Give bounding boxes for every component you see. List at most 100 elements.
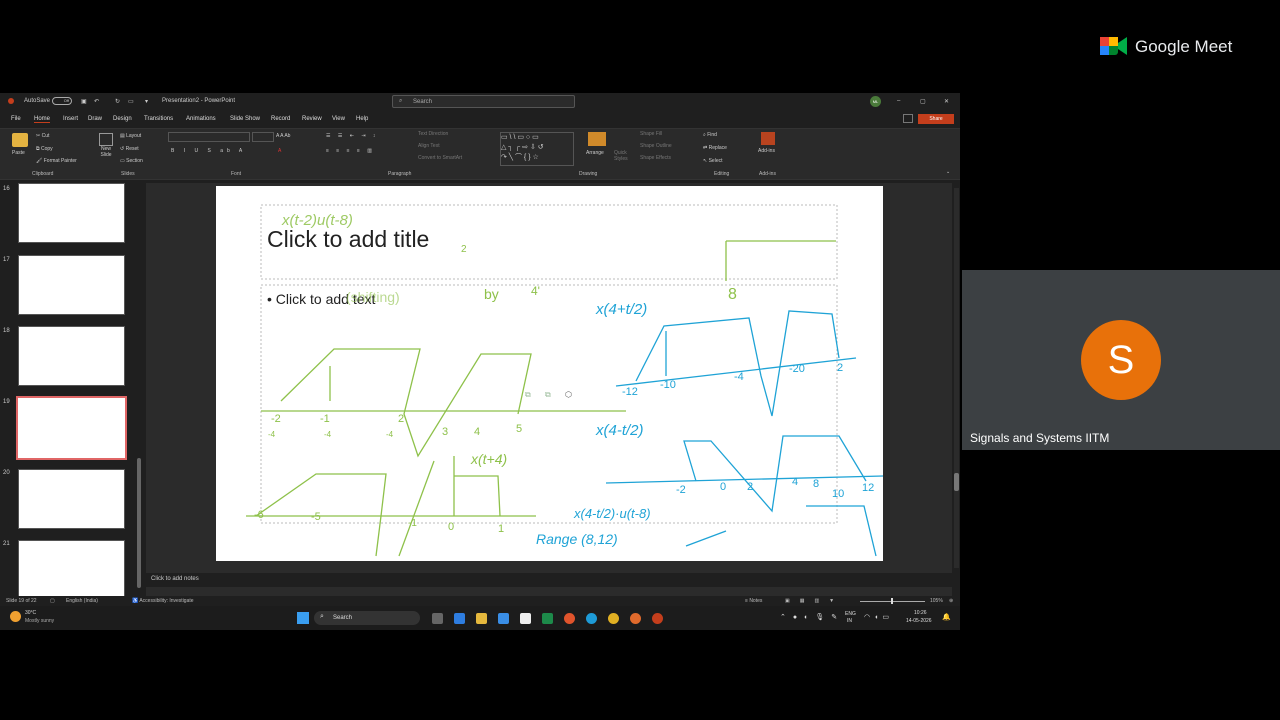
chrome-icon[interactable] <box>608 613 619 624</box>
autosave-toggle[interactable]: Off <box>52 97 72 105</box>
powerpoint-taskbar-icon[interactable] <box>652 613 663 624</box>
start-button[interactable] <box>297 612 309 624</box>
zoom-level[interactable]: 105% <box>930 598 943 604</box>
section-button[interactable]: ▭ Section <box>120 158 143 164</box>
weather-icon[interactable] <box>10 611 21 622</box>
menu-design[interactable]: Design <box>113 116 132 122</box>
menu-help[interactable]: Help <box>356 116 368 122</box>
save-icon[interactable]: ▣ <box>81 98 87 105</box>
network-volume-battery-icons[interactable]: ◠◖▭ <box>864 613 893 621</box>
menu-slide-show[interactable]: Slide Show <box>230 116 260 122</box>
text-direction-button[interactable]: Text Direction <box>418 131 448 137</box>
format-painter-button[interactable]: 🖌 Format Painter <box>36 158 77 164</box>
slide-thumbnail-17[interactable] <box>18 255 125 315</box>
copy-button[interactable]: ⧉ Copy <box>36 146 53 152</box>
spelling-icon[interactable]: ▢ <box>50 598 55 604</box>
select-button[interactable]: ↖ Select <box>703 158 723 164</box>
menu-animations[interactable]: Animations <box>186 116 216 122</box>
redo-icon[interactable]: ↻ <box>115 98 120 105</box>
maximize-icon[interactable]: ▢ <box>920 98 926 105</box>
cut-button[interactable]: ✂ Cut <box>36 133 49 139</box>
accessibility-status[interactable]: ♿ Accessibility: Investigate <box>132 598 194 604</box>
menu-insert[interactable]: Insert <box>63 116 78 122</box>
fit-slide-icon[interactable]: ⊕ <box>949 598 953 604</box>
view-buttons[interactable]: ▣▦▥▼ <box>785 598 844 604</box>
slide-thumbnail-18[interactable] <box>18 326 125 386</box>
list-icons[interactable]: ☰ ☰ ⇤ ⇥ ↕ <box>326 133 378 139</box>
comments-icon[interactable] <box>903 114 913 123</box>
store-icon[interactable] <box>498 613 509 624</box>
font-name-box[interactable] <box>168 132 250 142</box>
ribbon-collapse-icon[interactable]: ⌄ <box>946 169 950 175</box>
font-color-icon[interactable]: A <box>278 148 281 154</box>
font-grow-icons[interactable]: A A Ab <box>276 133 290 139</box>
style-icon[interactable]: ⧉ <box>545 390 551 400</box>
replace-button[interactable]: ⇄ Replace <box>703 145 727 151</box>
menu-home[interactable]: Home <box>34 116 51 123</box>
file-explorer-icon[interactable] <box>476 613 487 624</box>
undo-icon[interactable]: ↶ <box>94 98 99 105</box>
layout-button[interactable]: ▤ Layout <box>120 133 141 139</box>
font-size-box[interactable] <box>252 132 274 142</box>
menu-record[interactable]: Record <box>271 116 290 122</box>
system-tray-icons[interactable]: ⌃●◐🎙✎ <box>780 613 844 621</box>
menu-view[interactable]: View <box>332 116 345 122</box>
input-language[interactable]: ENG <box>845 611 856 617</box>
paste-icon[interactable] <box>12 133 28 147</box>
align-text-button[interactable]: Align Text <box>418 143 440 149</box>
shapes-gallery[interactable]: ▭ \ \ ▭ ○ ▭ △ ┐ ┌ ⇨ ⇩ ↺ ↷ ╲ ⌒ { } ☆ <box>500 132 574 166</box>
language-status[interactable]: English (India) <box>66 598 98 604</box>
shape-effects-button[interactable]: Shape Effects <box>640 155 671 161</box>
taskbar-search[interactable]: ⌕ Search <box>314 611 420 625</box>
font-format-icons[interactable]: B I U S ab A <box>171 148 246 154</box>
share-button[interactable]: Share <box>918 114 954 124</box>
clock-time[interactable]: 10:26 <box>914 610 927 616</box>
slide-thumbnail-21[interactable] <box>18 540 125 600</box>
slide-title-placeholder[interactable]: Click to add title <box>267 226 429 253</box>
thumbnail-scrollbar[interactable] <box>137 458 141 588</box>
notes-button[interactable]: ≡ Notes <box>745 598 762 604</box>
find-button[interactable]: ⌕ Find <box>703 132 717 138</box>
convert-smartart-button[interactable]: Convert to SmartArt <box>418 155 462 161</box>
notification-icon[interactable]: 🔔 <box>942 613 951 621</box>
minimize-icon[interactable]: – <box>897 98 900 104</box>
new-slide-icon[interactable] <box>99 133 113 146</box>
insert-icon[interactable]: ⬡ <box>565 390 572 399</box>
shape-fill-button[interactable]: Shape Fill <box>640 131 662 137</box>
align-icons[interactable]: ≡ ≡ ≡ ≡ ▥ <box>326 148 375 154</box>
chrome-canary-icon[interactable] <box>630 613 641 624</box>
new-slide-button[interactable]: New Slide <box>96 146 116 158</box>
menu-file[interactable]: File <box>11 116 21 122</box>
zoom-slider-thumb[interactable] <box>891 598 893 604</box>
arrange-button[interactable]: Arrange <box>586 150 604 156</box>
copilot-icon[interactable] <box>454 613 465 624</box>
close-icon[interactable]: ✕ <box>944 98 949 105</box>
slide-thumbnail-19[interactable] <box>16 396 127 460</box>
slide-scrollbar[interactable] <box>954 188 959 568</box>
firefox-icon[interactable] <box>564 613 575 624</box>
present-icon[interactable]: ▭ <box>128 98 134 105</box>
reset-button[interactable]: ↺ Reset <box>120 146 139 152</box>
menu-review[interactable]: Review <box>302 116 322 122</box>
addins-icon[interactable] <box>761 132 775 145</box>
slide-canvas[interactable]: Click to add title • Click to add text x… <box>216 186 883 561</box>
slide-scrollbar-thumb[interactable] <box>954 473 959 491</box>
customize-toolbar-icon[interactable]: ▾ <box>145 98 148 105</box>
quick-styles-button[interactable]: Quick Styles <box>614 150 632 162</box>
excel-icon[interactable] <box>542 613 553 624</box>
shape-outline-button[interactable]: Shape Outline <box>640 143 672 149</box>
paste-button[interactable]: Paste <box>12 150 25 156</box>
slide-thumbnail-20[interactable] <box>18 469 125 529</box>
menu-transitions[interactable]: Transitions <box>144 116 173 122</box>
edge-icon[interactable] <box>586 613 597 624</box>
search-box[interactable]: ⌕ Search <box>392 95 575 108</box>
slide-thumbnail-16[interactable] <box>18 183 125 243</box>
task-view-icon[interactable] <box>432 613 443 624</box>
layout-options-icon[interactable]: ⧉ <box>525 390 531 400</box>
arrange-icon[interactable] <box>588 132 606 146</box>
notes-pane[interactable]: Click to add notes <box>146 573 952 587</box>
dell-icon[interactable] <box>520 613 531 624</box>
user-avatar[interactable]: ML <box>870 96 881 107</box>
addins-button[interactable]: Add-ins <box>758 148 775 154</box>
menu-draw[interactable]: Draw <box>88 116 102 122</box>
